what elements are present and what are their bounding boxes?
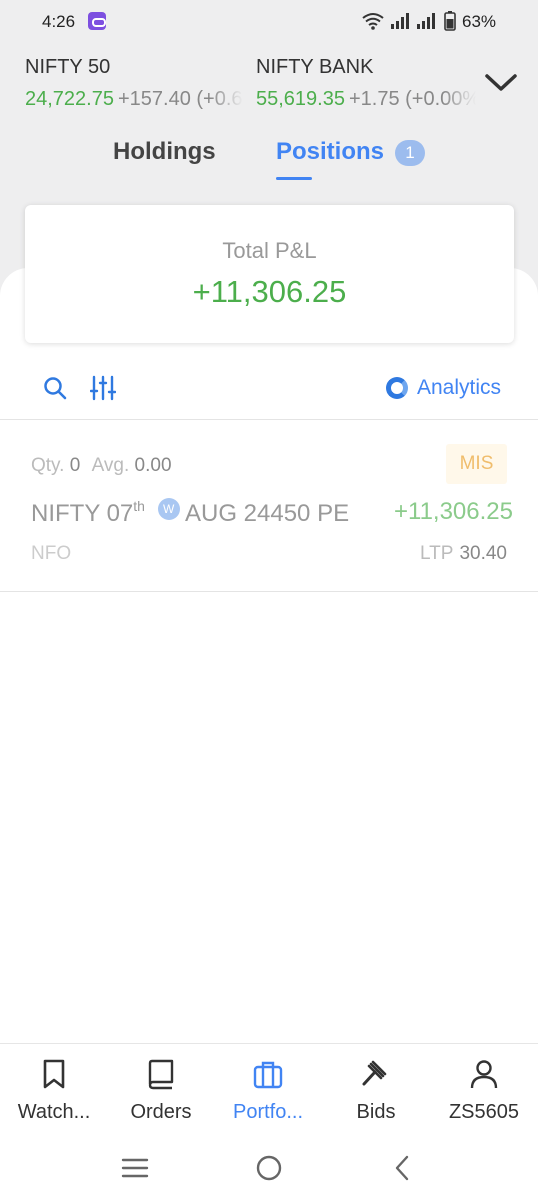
book-icon <box>148 1059 174 1090</box>
battery-percent: 63% <box>462 12 497 31</box>
analytics-label: Analytics <box>417 376 502 399</box>
tab-positions[interactable]: Positions <box>276 138 384 166</box>
filter-icon[interactable] <box>90 375 116 401</box>
signal-icon <box>391 13 409 29</box>
instrument-symbol: NIFTY 07th W AUG 24450 PE <box>31 498 349 528</box>
home-icon[interactable] <box>256 1155 282 1181</box>
index-change: +1.75 (+0.00%) <box>348 88 476 110</box>
ltp-label: LTP <box>420 543 454 564</box>
avg-value: 0.00 <box>134 455 172 476</box>
index-name: NIFTY 50 <box>25 56 111 78</box>
expiry-suffix: th <box>133 498 145 514</box>
position-row[interactable]: Qty. 0 Avg. 0.00 MIS NIFTY 07th W AUG 24… <box>0 420 538 591</box>
divider <box>0 591 538 592</box>
active-tab-indicator <box>276 177 312 180</box>
index-name: NIFTY BANK <box>256 56 374 78</box>
app-notification-icon <box>88 12 106 30</box>
nav-profile[interactable]: ZS5605 <box>430 1044 538 1136</box>
total-pnl-label: Total P&L <box>222 238 317 263</box>
positions-count-badge: 1 <box>395 140 425 166</box>
index-value: 24,722.75 <box>25 88 114 110</box>
nav-label: Portfo... <box>232 1101 304 1123</box>
expiry-strike: AUG 24450 PE <box>184 500 350 527</box>
status-time: 4:26 <box>42 12 76 31</box>
avg-label: Avg. <box>91 455 130 476</box>
qty-label: Qty. <box>31 455 65 476</box>
quantity-line: Qty. 0 Avg. 0.00 <box>31 455 172 477</box>
bookmark-icon <box>43 1059 65 1089</box>
nav-label: ZS5605 <box>448 1101 520 1123</box>
chevron-down-icon[interactable] <box>484 72 518 94</box>
recent-apps-icon[interactable] <box>121 1157 149 1179</box>
briefcase-icon <box>253 1061 283 1089</box>
index-ticker-nifty50[interactable]: NIFTY 50 24,722.75+157.40 (+0.64%) <box>25 56 243 111</box>
position-pnl: +11,306.25 <box>393 498 513 525</box>
product-type-badge: MIS <box>446 444 507 484</box>
analytics-icon <box>386 377 408 399</box>
back-icon[interactable] <box>393 1155 411 1181</box>
nav-portfolio[interactable]: Portfo... <box>214 1044 322 1136</box>
exchange-label: NFO <box>31 543 72 564</box>
tab-holdings[interactable]: Holdings <box>113 138 216 166</box>
wifi-icon <box>362 13 384 30</box>
ltp-value: 30.40 <box>459 543 507 564</box>
bottom-nav: Watch... Orders Portfo... Bids ZS5605 <box>0 1043 538 1135</box>
ltp: LTP 30.40 <box>420 543 507 565</box>
user-icon <box>470 1060 498 1089</box>
qty-value: 0 <box>69 455 81 476</box>
index-change: +157.40 (+0.64%) <box>117 88 243 110</box>
index-ticker-niftybank[interactable]: NIFTY BANK 55,619.35 +1.75 (+0.00%) <box>256 56 476 111</box>
total-pnl-value: +11,306.25 <box>192 274 347 309</box>
gavel-icon <box>362 1060 387 1086</box>
symbol-name: NIFTY <box>31 500 100 527</box>
index-value: 55,619.35 <box>256 88 345 110</box>
nav-watchlist[interactable]: Watch... <box>0 1044 108 1136</box>
expiry-day: 07 <box>106 500 134 527</box>
signal-icon <box>417 13 435 29</box>
status-bar: 4:26 63% <box>0 0 538 44</box>
nav-label: Orders <box>130 1101 192 1123</box>
system-nav-bar <box>0 1135 538 1200</box>
weekly-expiry-badge: W <box>157 498 180 520</box>
nav-orders[interactable]: Orders <box>107 1044 215 1136</box>
battery-icon <box>444 11 456 31</box>
total-pnl-card: Total P&L +11,306.25 <box>25 205 514 343</box>
nav-label: Bids <box>356 1101 396 1123</box>
nav-label: Watch... <box>17 1101 91 1123</box>
nav-bids[interactable]: Bids <box>322 1044 430 1136</box>
search-icon[interactable] <box>42 375 68 401</box>
